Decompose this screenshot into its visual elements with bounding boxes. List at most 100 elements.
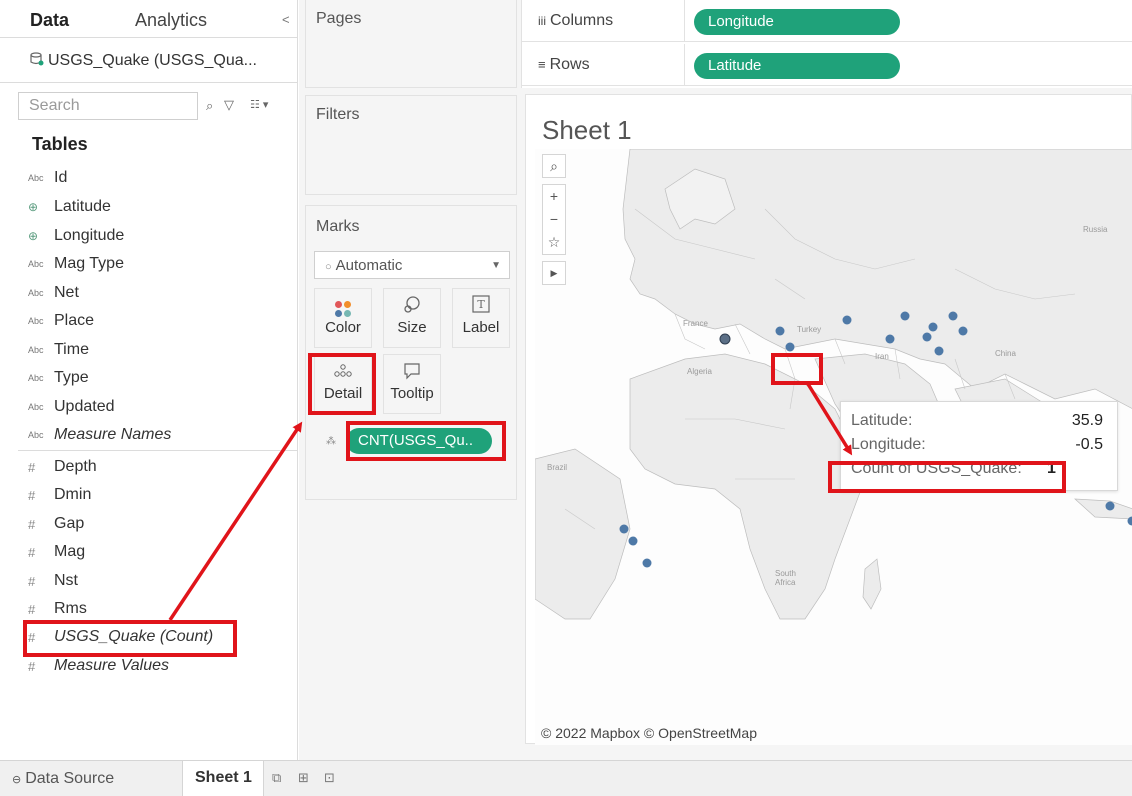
columns-shelf-label: iii Columns: [538, 12, 613, 30]
field-time[interactable]: Abc Time: [28, 338, 89, 362]
quake-mark[interactable]: [628, 536, 638, 546]
search-input[interactable]: [19, 93, 159, 119]
mark-type-value: Automatic: [335, 257, 403, 274]
field-mag[interactable]: # Mag: [28, 540, 85, 564]
rows-shelf[interactable]: ≡ Rows Latitude: [522, 44, 1132, 86]
new-story-icon[interactable]: ⊡: [324, 770, 335, 786]
field-label: Rms: [54, 600, 87, 617]
map-label-south-africa: South Africa: [775, 569, 796, 587]
map-attribution[interactable]: © 2022 Mapbox © OpenStreetMap: [541, 725, 757, 741]
datasource-label: USGS_Quake (USGS_Qua...: [48, 52, 257, 69]
label-button[interactable]: T Label: [452, 288, 510, 348]
tooltip-button[interactable]: Tooltip: [383, 354, 441, 414]
tab-data[interactable]: Data: [30, 10, 69, 31]
pin-icon[interactable]: ☆: [543, 231, 565, 254]
field-place[interactable]: Abc Place: [28, 309, 94, 333]
tab-sheet-1[interactable]: Sheet 1: [182, 761, 264, 796]
field-dmin[interactable]: # Dmin: [28, 483, 91, 507]
quake-mark[interactable]: [958, 326, 968, 336]
map-zoom-group: + − ☆: [542, 184, 566, 255]
view-options-icon[interactable]: ☷ ▾: [250, 98, 268, 111]
new-worksheet-icon[interactable]: ⧉: [272, 770, 281, 786]
quake-mark[interactable]: [785, 342, 795, 352]
columns-label-text: Columns: [550, 12, 614, 29]
measure-icon: #: [28, 487, 36, 503]
quake-mark[interactable]: [642, 558, 652, 568]
field-id[interactable]: Abc Id: [28, 166, 67, 190]
map-label-china: China: [995, 349, 1016, 358]
field-longitude[interactable]: ⊕ Longitude: [28, 224, 124, 248]
map-label-iran: Iran: [875, 352, 889, 361]
field-label: Measure Names: [54, 426, 172, 443]
tab-data-source[interactable]: ⊖ Data Source: [12, 770, 114, 788]
field-rms[interactable]: # Rms: [28, 597, 87, 621]
field-measure-names[interactable]: Abc Measure Names: [28, 423, 171, 447]
zoom-out-icon[interactable]: −: [543, 208, 565, 231]
field-type[interactable]: Abc Type: [28, 366, 89, 390]
columns-shelf[interactable]: iii Columns Longitude: [522, 0, 1132, 42]
tab-analytics[interactable]: Analytics: [135, 10, 207, 31]
field-measure-values[interactable]: # Measure Values: [28, 654, 169, 678]
pages-shelf[interactable]: Pages: [305, 0, 517, 88]
field-nst[interactable]: # Nst: [28, 569, 78, 593]
latitude-pill[interactable]: Latitude: [694, 53, 900, 79]
measure-icon: #: [28, 573, 36, 589]
quake-mark[interactable]: [922, 332, 932, 342]
new-dashboard-icon[interactable]: ⊞: [298, 770, 309, 786]
quake-mark[interactable]: [775, 326, 785, 336]
field-latitude[interactable]: ⊕ Latitude: [28, 195, 111, 219]
quake-mark[interactable]: [934, 346, 944, 356]
quake-mark[interactable]: [900, 311, 910, 321]
marks-title: Marks: [316, 218, 360, 235]
search-field[interactable]: [18, 92, 198, 120]
field-gap[interactable]: # Gap: [28, 512, 84, 536]
pane-tabs: Data Analytics <: [0, 0, 298, 38]
tooltip-latitude-label: Latitude:: [851, 412, 913, 429]
quake-mark[interactable]: [1105, 501, 1115, 511]
shelves: iii Columns Longitude ≡ Rows Latitude: [521, 0, 1132, 88]
quake-mark[interactable]: [619, 524, 629, 534]
size-icon: [384, 289, 440, 319]
field-label: Id: [54, 169, 68, 186]
sheet-title[interactable]: Sheet 1: [542, 115, 632, 146]
datasource-icon: [30, 52, 44, 66]
globe-icon: ⊕: [28, 200, 39, 214]
map-search-icon[interactable]: ⌕: [542, 154, 566, 178]
divider: [18, 450, 298, 451]
map-label-algeria: Algeria: [687, 367, 712, 376]
field-label: Place: [54, 312, 95, 329]
size-label: Size: [397, 319, 427, 336]
collapse-pane-icon[interactable]: <: [282, 12, 290, 27]
quake-mark[interactable]: [928, 322, 938, 332]
svg-text:T: T: [477, 298, 485, 311]
field-net[interactable]: Abc Net: [28, 281, 79, 305]
search-icon[interactable]: ⌕: [206, 98, 213, 114]
globe-icon: ⊕: [28, 229, 39, 243]
filter-icon[interactable]: ▽: [224, 97, 234, 113]
selected-quake-mark[interactable]: [719, 333, 731, 345]
color-button[interactable]: Color: [314, 288, 372, 348]
data-source-tab-label: Data Source: [25, 770, 115, 787]
color-icon: [315, 289, 371, 319]
size-button[interactable]: Size: [383, 288, 441, 348]
field-depth[interactable]: # Depth: [28, 455, 97, 479]
datasource-name[interactable]: USGS_Quake (USGS_Qua...: [30, 52, 257, 70]
field-label: Mag Type: [54, 255, 124, 272]
filters-shelf[interactable]: Filters: [305, 95, 517, 195]
expand-toolbar-icon[interactable]: ▶: [542, 261, 566, 285]
string-icon: Abc: [28, 173, 44, 183]
field-mag-type[interactable]: Abc Mag Type: [28, 252, 124, 276]
measure-icon: #: [28, 516, 36, 532]
quake-mark[interactable]: [842, 315, 852, 325]
longitude-pill[interactable]: Longitude: [694, 9, 900, 35]
label-icon: T: [453, 289, 509, 319]
zoom-in-icon[interactable]: +: [543, 185, 565, 208]
field-label: Dmin: [54, 486, 92, 503]
map[interactable]: Russia France Turkey Iran China Algeria …: [535, 149, 1132, 745]
quake-mark[interactable]: [885, 334, 895, 344]
sheet-tabs-bar: ⊖ Data Source Sheet 1 ⧉ ⊞ ⊡: [0, 760, 1132, 796]
mark-type-dropdown[interactable]: ○ Automatic ▼: [314, 251, 510, 279]
quake-mark[interactable]: [948, 311, 958, 321]
field-updated[interactable]: Abc Updated: [28, 395, 115, 419]
mark-type-circle-icon: ○: [325, 261, 332, 273]
